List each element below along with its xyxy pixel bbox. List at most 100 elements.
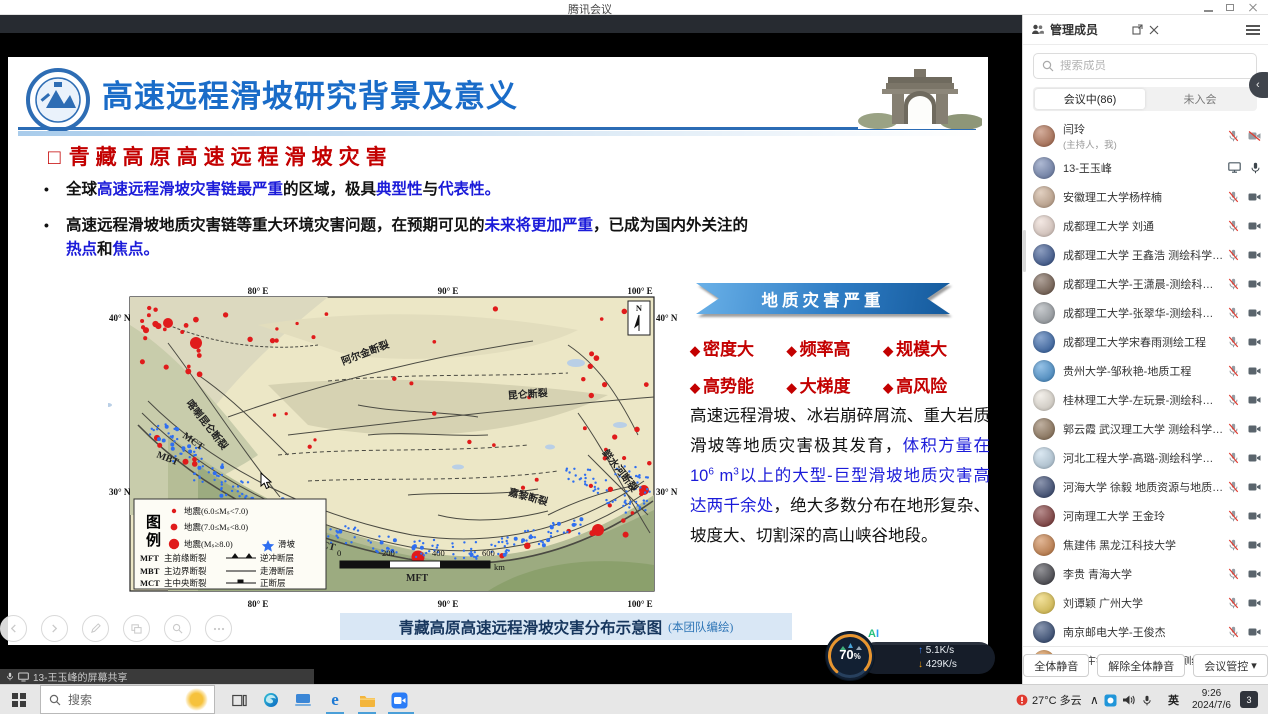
participant-row[interactable]: 成都理工大学宋春雨测绘工程 [1023, 327, 1268, 356]
participant-row[interactable]: 桂林理工大学-左玩景-测绘科学与技术 [1023, 385, 1268, 414]
bullet-list: • 全球高速远程滑坡灾害链最严重的区域，极具典型性与代表性。 • 高速远程滑坡地… [44, 178, 952, 274]
notification-center-icon[interactable]: 3 [1240, 691, 1258, 708]
participant-status-icons [1228, 597, 1261, 609]
tray-alert-icon[interactable] [1016, 685, 1028, 715]
participant-row[interactable]: 刘谭颖 广州大学 [1023, 588, 1268, 617]
edge-browser-icon[interactable] [258, 689, 284, 711]
collapse-panel-button[interactable]: ‹ [1249, 72, 1268, 98]
camera-off-icon [1248, 598, 1261, 608]
participant-row[interactable]: 河北工程大学-高璐-测绘科学与技术 [1023, 443, 1268, 472]
prev-slide-button[interactable] [0, 615, 27, 642]
minimize-button[interactable] [1202, 3, 1216, 13]
search-icon [49, 694, 61, 706]
participant-name: 李贵 青海大学 [1063, 566, 1224, 582]
tray-app-icon[interactable] [1104, 685, 1117, 715]
network-speed-pill: ↑ 5.1K/s ↓ 429K/s [860, 642, 995, 674]
participant-row[interactable]: 郭云霞 武汉理工大学 测绘科学与技术 [1023, 414, 1268, 443]
speaker-icon[interactable] [1122, 685, 1136, 715]
avatar [1033, 563, 1055, 585]
members-icon [1031, 24, 1044, 35]
start-button[interactable] [12, 693, 26, 707]
participant-status-icons [1228, 394, 1261, 406]
map-legend: 图 例 地震(6.0≤Mₛ<7.0) 地震(7.0≤Mₛ<8.0) 地震(Mₛ≥… [134, 499, 326, 589]
clock[interactable]: 9:262024/7/6 [1192, 685, 1231, 715]
pen-tool-button[interactable] [82, 615, 109, 642]
cpu-gauge[interactable]: 70% [826, 632, 874, 680]
campus-gate-image [858, 65, 982, 129]
task-view-button[interactable] [226, 689, 252, 711]
participant-row[interactable]: 成都理工大学 王鑫浩 测绘科学与技术 [1023, 240, 1268, 269]
hazard-feature-list: ◆密度大 ◆频率高 ◆规模大 ◆高势能 ◆大梯度 ◆高风险 [690, 335, 980, 409]
shared-slide: 高速远程滑坡研究背景及意义 □青藏高原高速远程滑坡灾害 • 全球高速远程滑坡灾害… [8, 57, 988, 645]
tray-expand-caret[interactable]: ∧ [1090, 685, 1099, 715]
mic-muted-icon [1228, 130, 1239, 142]
participant-row[interactable]: 13-王玉峰 [1023, 153, 1268, 182]
unmute-all-button[interactable]: 解除全体静音 [1097, 654, 1185, 677]
member-search-box[interactable] [1033, 53, 1257, 79]
participant-row[interactable]: 河海大学 徐毅 地质资源与地质工程 [1023, 472, 1268, 501]
participant-row[interactable]: 成都理工大学-张翠华-测绘科学与技术 [1023, 298, 1268, 327]
mic-muted-icon [1228, 481, 1239, 493]
title-underline-gradient [18, 131, 976, 136]
avatar [1033, 505, 1055, 527]
avatar [1033, 534, 1055, 556]
camera-off-icon [1248, 221, 1261, 231]
zoom-tool-button[interactable] [164, 615, 191, 642]
participant-status-icons [1228, 452, 1261, 464]
participant-row[interactable]: 河南理工大学 王金玲 [1023, 501, 1268, 530]
avatar [1033, 476, 1055, 498]
bullet-dot-icon: • [44, 178, 66, 201]
mic-icon [6, 671, 14, 682]
participant-name: 桂林理工大学-左玩景-测绘科学与技术 [1063, 392, 1224, 408]
mute-all-button[interactable]: 全体静音 [1023, 654, 1089, 677]
tray-mic-icon[interactable] [1142, 685, 1152, 715]
popout-icon[interactable] [1132, 24, 1143, 35]
performance-widget[interactable]: ↑ 5.1K/s ↓ 429K/s 70% AI [820, 630, 995, 685]
participant-row[interactable]: 成都理工大学-王潇晨-测绘科学与技术 [1023, 269, 1268, 298]
svg-text:90° E: 90° E [438, 286, 459, 296]
participant-row[interactable]: 焦建伟 黑龙江科技大学 [1023, 530, 1268, 559]
avatar [1033, 125, 1055, 147]
participant-row[interactable]: 贵州大学-邹秋艳-地质工程 [1023, 356, 1268, 385]
participant-name: 河海大学 徐毅 地质资源与地质工程 [1063, 479, 1224, 495]
weather-icon[interactable] [185, 688, 208, 711]
participant-list[interactable]: 闫玲 (主持人，我) 13-王玉峰 安徽理工大学杨梓楠 成都理工大学 刘通 成都… [1023, 119, 1268, 665]
member-search-input[interactable] [1060, 60, 1230, 72]
tab-not-joined[interactable]: 未入会 [1145, 89, 1255, 109]
tray-weather[interactable]: 27°C 多云 [1032, 685, 1082, 715]
participant-row[interactable]: 成都理工大学 刘通 [1023, 211, 1268, 240]
panel-scrollbar[interactable] [1023, 230, 1026, 272]
bullet-item: • 全球高速远程滑坡灾害链最严重的区域，极具典型性与代表性。 [44, 178, 952, 201]
mic-muted-icon [1228, 394, 1239, 406]
next-slide-button[interactable] [41, 615, 68, 642]
participant-status-icons [1228, 249, 1261, 261]
tab-in-meeting[interactable]: 会议中(86) [1035, 89, 1145, 109]
mic-muted-icon [1228, 249, 1239, 261]
participant-row[interactable]: 闫玲 (主持人，我) [1023, 119, 1268, 153]
language-indicator[interactable]: 英 [1168, 685, 1179, 715]
mic-muted-icon [1228, 365, 1239, 377]
close-panel-icon[interactable] [1149, 25, 1159, 35]
file-explorer-icon[interactable] [354, 689, 380, 711]
participant-status-icons [1228, 336, 1261, 348]
close-button[interactable] [1246, 3, 1260, 13]
maximize-button[interactable] [1224, 3, 1238, 13]
mic-muted-icon [1228, 539, 1239, 551]
screen-share-banner[interactable]: 13-王玉峰的屏幕共享 [0, 669, 314, 684]
ai-tag: AI [868, 628, 879, 640]
more-tools-button[interactable] [205, 615, 232, 642]
map-caption: 青藏高原高速远程滑坡灾害分布示意图 (本团队编绘) [340, 613, 792, 640]
slide-panel-button[interactable] [123, 615, 150, 642]
pc-manager-icon[interactable] [290, 689, 316, 711]
ie-browser-icon[interactable]: e [322, 689, 348, 711]
avatar [1033, 157, 1055, 179]
member-tabs: 会议中(86) 未入会 [1033, 87, 1257, 111]
participant-row[interactable]: 李贵 青海大学 [1023, 559, 1268, 588]
participant-status-icons [1228, 365, 1261, 377]
meeting-control-button[interactable]: 会议管控▾ [1193, 654, 1268, 677]
tencent-meeting-icon[interactable] [386, 689, 412, 711]
participant-row[interactable]: 南京邮电大学-王俊杰 [1023, 617, 1268, 646]
panel-menu-icon[interactable] [1246, 23, 1260, 37]
avatar [1033, 360, 1055, 382]
participant-row[interactable]: 安徽理工大学杨梓楠 [1023, 182, 1268, 211]
